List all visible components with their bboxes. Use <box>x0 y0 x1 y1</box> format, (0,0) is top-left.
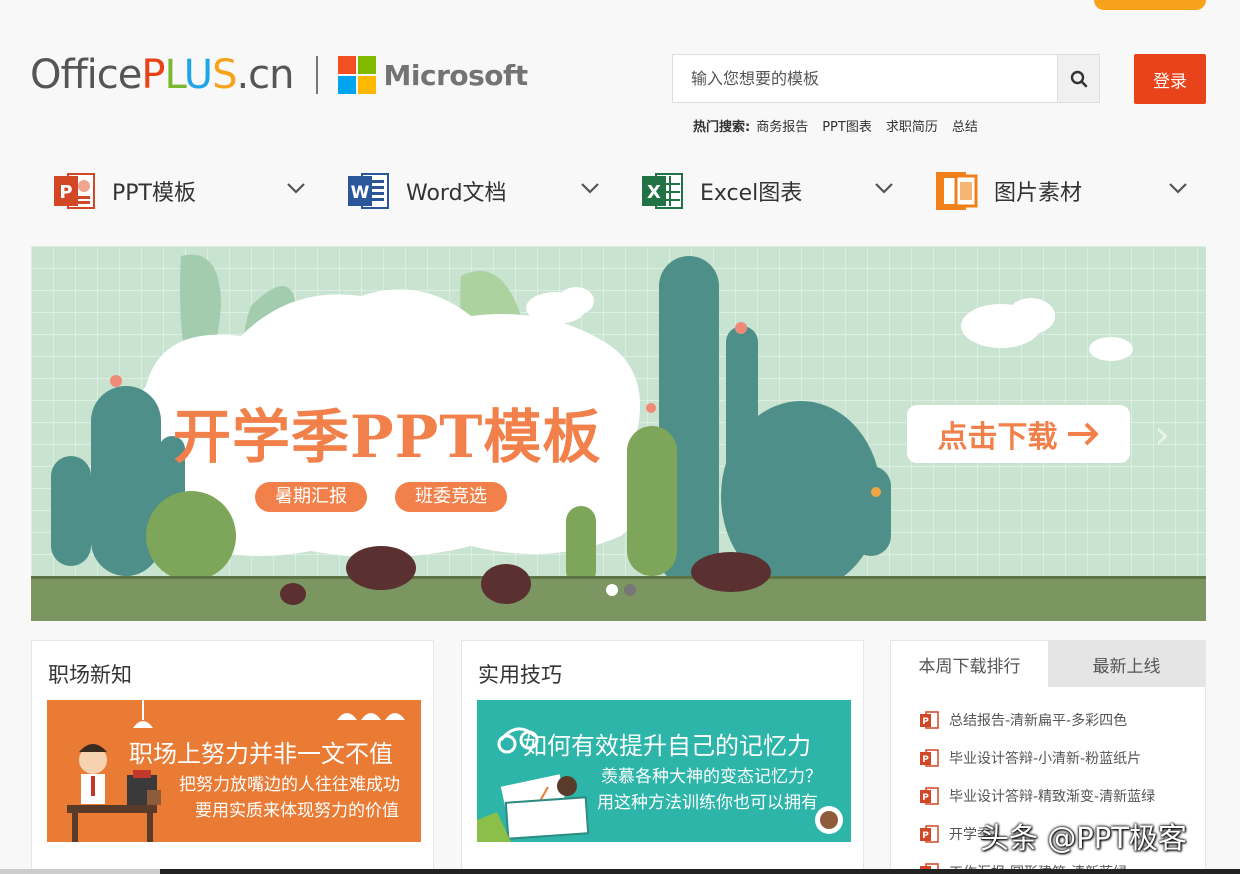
hot-search-link[interactable]: 总结 <box>952 116 978 135</box>
nav-image[interactable]: 图片素材 <box>912 160 1206 222</box>
nav-word-label: Word文档 <box>406 181 507 206</box>
banner-title: 开学季PPT模板 <box>173 403 602 471</box>
ranking-item-title: 毕业设计答辩-小清新-粉蓝纸片 <box>949 751 1142 767</box>
card-headline: 职场上努力并非一文不值 <box>129 740 393 768</box>
microsoft-wordmark: Microsoft <box>383 58 529 92</box>
ranking-item-title: 总结报告-清新扁平-多彩四色 <box>949 713 1128 729</box>
ppt-file-icon: P <box>920 787 939 805</box>
card-headline: 如何有效提升自己的记忆力 <box>523 732 811 760</box>
hot-search-bar: 热门搜索: 商务报告 PPT图表 求职简历 总结 <box>693 116 978 135</box>
ppt-file-icon: P <box>920 825 939 843</box>
hot-search-link[interactable]: 求职简历 <box>886 116 938 135</box>
card-subline: 用这种方法训练你也可以拥有 <box>597 793 818 813</box>
search-input[interactable] <box>673 55 1057 102</box>
hot-search-label: 热门搜索: <box>693 120 751 135</box>
carousel-dot[interactable] <box>606 584 618 596</box>
ranking-tabs: 本周下载排行 最新上线 <box>891 641 1205 687</box>
nav-word[interactable]: W Word文档 <box>324 160 618 222</box>
site-logo[interactable]: OfficePLUS.cn Microsoft <box>30 52 528 98</box>
search-icon <box>1070 70 1087 87</box>
search-button[interactable] <box>1057 55 1099 102</box>
category-nav: P PPT模板 W Word文档 X Excel图表 图片素材 <box>30 160 1206 222</box>
svg-text:P: P <box>922 755 929 765</box>
svg-text:P: P <box>922 793 929 803</box>
ppt-file-icon: P <box>920 711 939 729</box>
chevron-down-icon[interactable] <box>286 182 306 194</box>
card-subline: 要用实质来体现努力的价值 <box>195 801 399 821</box>
list-item[interactable]: P 总结报告-清新扁平-多彩四色 <box>919 701 1205 739</box>
svg-text:W: W <box>351 183 370 203</box>
nav-excel[interactable]: X Excel图表 <box>618 160 912 222</box>
chevron-down-icon[interactable] <box>874 182 894 194</box>
bottom-scroll-bar <box>0 869 1240 874</box>
svg-text:P: P <box>59 182 72 203</box>
officeplus-logo-text: OfficePLUS.cn <box>30 52 295 98</box>
nav-image-label: 图片素材 <box>994 181 1083 206</box>
tab-weekly-downloads[interactable]: 本周下载排行 <box>891 641 1048 687</box>
card-image[interactable]: 职场上努力并非一文不值 把努力放嘴边的人往往难成功 要用实质来体现努力的价值 <box>47 700 421 842</box>
nav-ppt[interactable]: P PPT模板 <box>30 160 324 222</box>
scroll-thumb[interactable] <box>0 869 160 874</box>
svg-text:X: X <box>647 182 661 203</box>
login-button[interactable]: 登录 <box>1134 54 1206 104</box>
list-item[interactable]: P 毕业设计答辩-精致渐变-清新蓝绿 <box>919 777 1205 815</box>
microsoft-logo-icon <box>337 56 376 94</box>
download-label: 点击下载 <box>937 420 1058 455</box>
card-subline: 把努力放嘴边的人往往难成功 <box>179 775 400 795</box>
download-button[interactable]: 点击下载 <box>907 405 1130 463</box>
ppt-icon: P <box>54 173 95 209</box>
card-title: 职场新知 <box>48 663 132 687</box>
tab-newest[interactable]: 最新上线 <box>1048 641 1205 687</box>
carousel-dots <box>606 584 636 596</box>
banner-tag: 暑期汇报 <box>255 482 367 512</box>
excel-icon: X <box>642 173 683 209</box>
ranking-item-title: 毕业设计答辩-精致渐变-清新蓝绿 <box>949 789 1156 805</box>
arrow-right-icon <box>1067 422 1099 446</box>
carousel-next-icon[interactable]: › <box>1154 412 1170 458</box>
watermark-text: 头条 @PPT极客 <box>980 821 1187 855</box>
ppt-file-icon: P <box>920 749 939 767</box>
banner-tag: 班委竞选 <box>395 482 507 512</box>
chevron-down-icon[interactable] <box>1168 182 1188 194</box>
list-item[interactable]: P 毕业设计答辩-小清新-粉蓝纸片 <box>919 739 1205 777</box>
article-card-workplace[interactable]: 职场新知 职场上努力并非一文不值 把努力放嘴边的人往往难成功 要用实质来体现努力… <box>31 640 434 874</box>
logo-divider <box>315 56 318 94</box>
card-title: 实用技巧 <box>478 663 562 687</box>
card-subline: 羡慕各种大神的变态记忆力？ <box>601 767 822 787</box>
article-card-tips[interactable]: 实用技巧 如何有效提升自己的记忆力 羡慕各种大神的变态记忆力？ 用这种方法训练你… <box>461 640 864 874</box>
card-image[interactable]: 如何有效提升自己的记忆力 羡慕各种大神的变态记忆力？ 用这种方法训练你也可以拥有 <box>477 700 851 842</box>
nav-excel-label: Excel图表 <box>700 181 803 206</box>
nav-ppt-label: PPT模板 <box>112 181 196 206</box>
search-box <box>672 54 1100 103</box>
svg-text:P: P <box>922 717 929 727</box>
carousel-dot[interactable] <box>624 584 636 596</box>
chevron-down-icon[interactable] <box>580 182 600 194</box>
top-promo-tab[interactable] <box>1094 0 1206 10</box>
word-icon: W <box>348 173 389 209</box>
image-icon <box>936 172 978 210</box>
hero-banner[interactable]: 开学季PPT模板 暑期汇报 班委竞选 点击下载 › <box>31 246 1206 621</box>
hot-search-link[interactable]: PPT图表 <box>822 116 872 135</box>
hot-search-link[interactable]: 商务报告 <box>756 116 808 135</box>
svg-text:P: P <box>922 831 929 841</box>
